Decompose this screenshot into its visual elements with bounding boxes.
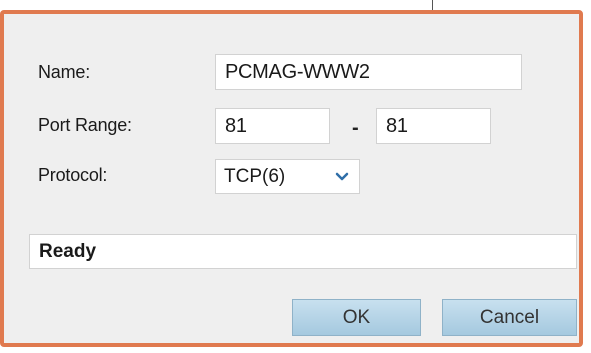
port-range-separator: - [352,117,359,139]
protocol-select[interactable]: TCP(6) [215,159,360,194]
name-label: Name: [38,62,91,82]
port-end-input[interactable] [376,108,491,144]
port-start-input[interactable] [215,108,330,144]
status-text: Ready [39,240,97,262]
port-forwarding-dialog: Name: Port Range: - Protocol: TCP(6) Rea… [0,10,583,347]
port-range-label: Port Range: [38,115,132,135]
ok-button[interactable]: OK [292,299,421,336]
name-input[interactable] [215,54,522,90]
chevron-down-icon[interactable] [333,168,351,186]
protocol-selected-value: TCP(6) [224,165,286,187]
protocol-label: Protocol: [38,165,108,185]
status-bar: Ready [29,234,577,269]
cancel-button[interactable]: Cancel [442,299,577,336]
